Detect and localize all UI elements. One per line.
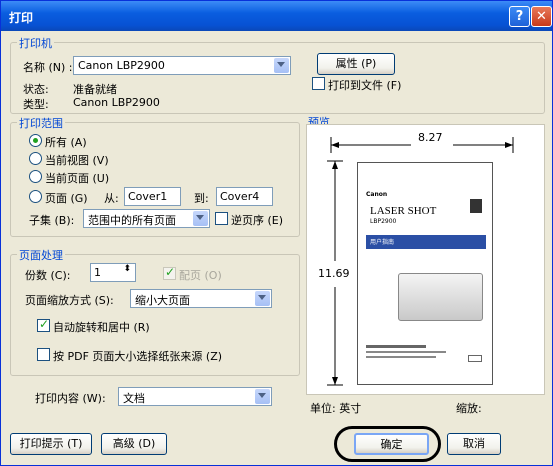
autorotate-checkbox[interactable] — [37, 317, 50, 332]
scaling-label: 页面缩放方式 (S): — [25, 294, 114, 307]
range-pages-label: 页面 (G) — [45, 192, 88, 205]
print-dialog: 打印 ? ✕ 打印机 名称 (N) : Canon LBP2900 属性 (P)… — [0, 0, 553, 466]
range-current-view-label: 当前视图 (V) — [45, 154, 109, 167]
title-bar: 打印 ? ✕ — [1, 1, 552, 31]
unit-label: 单位: 英寸 — [310, 402, 362, 415]
range-all-radio[interactable] — [29, 134, 42, 147]
subset-select[interactable]: 范围中的所有页面 — [83, 209, 210, 228]
subset-label: 子集 (B): — [29, 214, 75, 227]
doc-text-line — [366, 351, 446, 353]
print-content-select[interactable]: 文档 — [118, 387, 272, 406]
range-to-input[interactable]: Cover4 — [216, 187, 273, 206]
printer-image — [398, 273, 483, 321]
print-to-file-label: 打印到文件 (F) — [328, 79, 402, 92]
range-current-page-label: 当前页面 (U) — [45, 172, 110, 185]
type-label: 类型: — [23, 98, 49, 111]
cancel-button[interactable]: 取消 — [447, 433, 501, 455]
status-value: 准备就绪 — [73, 83, 117, 96]
range-to-value: Cover4 — [220, 190, 260, 203]
collate-checkbox[interactable] — [163, 265, 176, 280]
copies-stepper[interactable]: 1 ⬍ — [90, 263, 136, 282]
canon-logo-icon — [470, 199, 482, 213]
range-to-label: 到: — [194, 192, 209, 205]
doc-text-line — [366, 356, 436, 358]
range-current-page-radio[interactable] — [29, 170, 42, 183]
preview-page: Canon LASER SHOT LBP2900 用户指南 — [357, 162, 493, 385]
chevron-down-icon — [193, 211, 208, 226]
subset-value: 范围中的所有页面 — [88, 214, 176, 227]
copies-label: 份数 (C): — [25, 269, 71, 282]
print-to-file-checkbox[interactable] — [312, 77, 325, 90]
doc-banner: 用户指南 — [366, 235, 486, 249]
range-from-input[interactable]: Cover1 — [124, 187, 181, 206]
range-current-view-radio[interactable] — [29, 152, 42, 165]
printer-name-label: 名称 (N) : — [23, 61, 73, 74]
ok-button[interactable]: 确定 — [354, 433, 429, 455]
scaling-value: 缩小大页面 — [135, 294, 190, 307]
range-from-value: Cover1 — [128, 190, 168, 203]
print-range-label: 打印范围 — [17, 115, 65, 131]
preview-width: 8.27 — [418, 131, 443, 144]
doc-title: LASER SHOT — [370, 205, 437, 217]
status-label: 状态: — [23, 83, 49, 96]
print-content-value: 文档 — [123, 392, 145, 405]
preview-height: 11.69 — [318, 267, 350, 280]
zoom-label: 缩放: — [456, 402, 482, 415]
chevron-down-icon — [255, 389, 270, 404]
range-all-label: 所有 (A) — [45, 136, 87, 149]
type-value: Canon LBP2900 — [73, 96, 160, 109]
range-pages-radio[interactable] — [29, 190, 42, 203]
printer-name-value: Canon LBP2900 — [78, 59, 165, 72]
reverse-pages-checkbox[interactable] — [215, 212, 228, 225]
advanced-button[interactable]: 高级 (D) — [101, 433, 167, 455]
properties-button[interactable]: 属性 (P) — [317, 53, 395, 75]
pdf-size-label: 按 PDF 页面大小选择纸张来源 (Z) — [53, 350, 223, 363]
doc-brand: Canon — [366, 191, 388, 198]
autorotate-label: 自动旋转和居中 (R) — [53, 321, 150, 334]
collate-label: 配页 (O) — [179, 269, 222, 282]
spinner-icon[interactable]: ⬍ — [123, 264, 131, 274]
printer-name-select[interactable]: Canon LBP2900 — [73, 56, 291, 75]
copies-value: 1 — [94, 266, 101, 279]
pdf-size-checkbox[interactable] — [37, 348, 50, 361]
print-content-label: 打印内容 (W): — [35, 392, 106, 405]
range-from-label: 从: — [104, 192, 119, 205]
close-button[interactable]: ✕ — [531, 6, 552, 27]
window-title: 打印 — [9, 11, 34, 25]
chevron-down-icon — [255, 291, 270, 306]
preview-pane: 8.27 11.69 Canon LASER SHOT LBP2900 用户指南 — [306, 124, 545, 395]
scaling-select[interactable]: 缩小大页面 — [130, 289, 272, 308]
doc-model: LBP2900 — [370, 218, 397, 225]
printer-group-label: 打印机 — [17, 35, 54, 51]
chevron-down-icon — [274, 58, 289, 73]
doc-banner-text: 用户指南 — [370, 239, 395, 246]
reverse-pages-label: 逆页序 (E) — [231, 214, 284, 227]
help-button[interactable]: ? — [509, 6, 530, 27]
page-handling-label: 页面处理 — [17, 247, 65, 263]
print-tips-button[interactable]: 打印提示 (T) — [10, 433, 92, 455]
doc-text-line — [366, 345, 426, 348]
doc-logo-box — [468, 355, 482, 362]
